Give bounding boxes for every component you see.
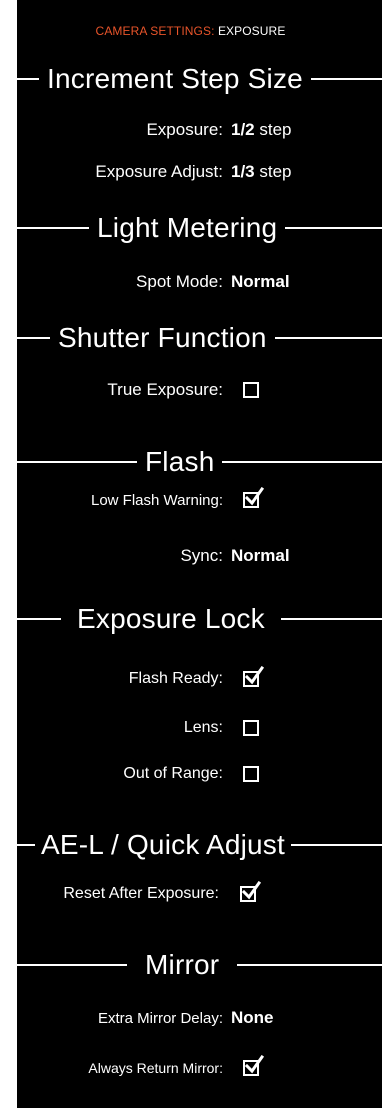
flash-ready-checkbox[interactable] [243, 666, 264, 687]
divider-line [0, 844, 35, 846]
section-increment-step-size: Increment Step Size [0, 59, 382, 99]
exposure-adjust-value[interactable]: 1/3 step [231, 162, 292, 182]
exposure-step-value[interactable]: 1/2 step [231, 120, 292, 140]
breadcrumb-current: EXPOSURE [217, 24, 286, 38]
section-title: Exposure Lock [77, 603, 265, 634]
divider-line [237, 964, 382, 966]
reset-after-exposure-checkbox[interactable] [240, 881, 261, 902]
lens-label: Lens: [183, 719, 223, 736]
always-return-mirror-checkbox[interactable] [243, 1055, 264, 1076]
divider-line [274, 337, 382, 339]
section-flash: Flash [0, 442, 382, 482]
section-light-metering: Light Metering [0, 208, 382, 248]
divider-line [0, 337, 50, 339]
divider-line [0, 78, 39, 80]
section-title: Flash [145, 446, 215, 477]
spot-mode-value[interactable]: Normal [231, 272, 290, 292]
section-title: AE-L / Quick Adjust [41, 829, 285, 860]
sync-value[interactable]: Normal [231, 546, 290, 566]
exposure-step-label: Exposure: [146, 120, 223, 139]
section-exposure-lock: Exposure Lock [0, 599, 382, 639]
breadcrumb: CAMERA SETTINGS: EXPOSURE [17, 24, 364, 38]
exposure-adjust-label: Exposure Adjust: [95, 162, 223, 181]
section-ael-quick-adjust: AE-L / Quick Adjust [0, 825, 382, 865]
always-return-mirror-label: Always Return Mirror: [88, 1060, 223, 1076]
checkmark-icon [244, 666, 264, 685]
divider-line [222, 461, 382, 463]
section-title: Mirror [145, 949, 220, 980]
divider-line [280, 618, 382, 620]
low-flash-warning-label: Low Flash Warning: [91, 491, 223, 509]
out-of-range-checkbox[interactable] [243, 766, 259, 782]
checkmark-icon [241, 881, 261, 900]
section-title: Light Metering [97, 212, 278, 243]
flash-ready-label: Flash Ready: [128, 670, 223, 687]
section-mirror: Mirror [0, 945, 382, 985]
divider-line [0, 461, 137, 463]
divider-line [310, 78, 382, 80]
divider-line [0, 618, 61, 620]
out-of-range-label: Out of Range: [123, 765, 223, 782]
reset-after-exposure-label: Reset After Exposure: [63, 885, 219, 902]
section-shutter-function: Shutter Function [0, 318, 382, 358]
section-title: Increment Step Size [47, 63, 303, 94]
settings-panel: CAMERA SETTINGS: EXPOSURE Increment Step… [0, 0, 382, 1108]
divider-line [0, 227, 89, 229]
lens-checkbox[interactable] [243, 720, 259, 736]
extra-mirror-delay-value[interactable]: None [231, 1008, 274, 1028]
checkmark-icon [244, 487, 264, 506]
true-exposure-label: True Exposure: [107, 380, 223, 399]
divider-line [0, 964, 127, 966]
low-flash-warning-checkbox[interactable] [243, 487, 264, 508]
true-exposure-checkbox[interactable] [243, 382, 259, 398]
extra-mirror-delay-label: Extra Mirror Delay: [97, 1009, 223, 1027]
divider-line [285, 227, 382, 229]
sync-label: Sync: [180, 546, 223, 565]
divider-line [290, 844, 382, 846]
breadcrumb-parent[interactable]: CAMERA SETTINGS: [96, 24, 215, 38]
spot-mode-label: Spot Mode: [136, 272, 223, 291]
checkmark-icon [244, 1055, 264, 1074]
section-title: Shutter Function [58, 322, 267, 353]
